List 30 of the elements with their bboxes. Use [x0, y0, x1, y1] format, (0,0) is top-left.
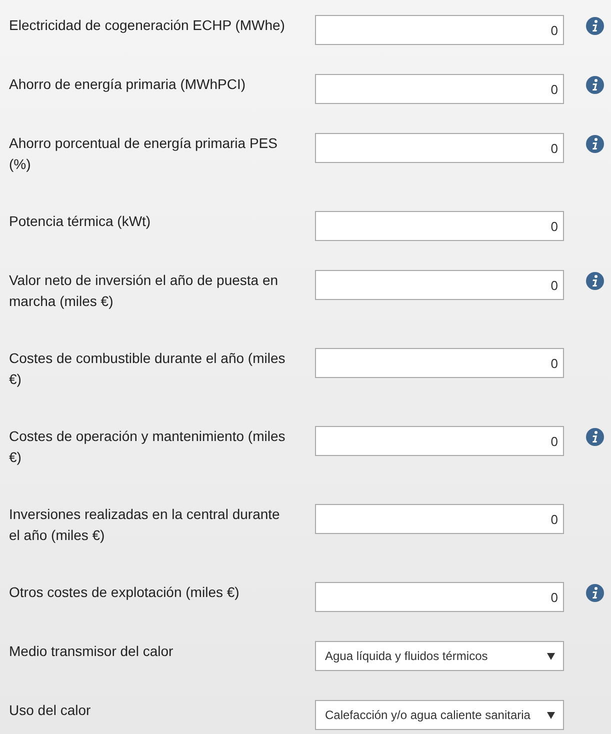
- number-field[interactable]: 0: [315, 582, 564, 612]
- number-field[interactable]: 0: [315, 348, 564, 378]
- number-field[interactable]: 0: [315, 133, 564, 163]
- number-field[interactable]: 0: [315, 270, 564, 300]
- field-label: Ahorro de energía primaria (MWhPCI): [9, 75, 247, 94]
- field-label: Inversiones realizadas en la central durante el año (miles €): [9, 505, 281, 545]
- info-icon[interactable]: [586, 428, 604, 446]
- field-label: Costes de combustible durante el año (miles €): [9, 349, 286, 389]
- info-icon[interactable]: [586, 135, 604, 153]
- field-label: Otros costes de explotación (miles €): [9, 583, 240, 602]
- info-icon[interactable]: [586, 584, 604, 602]
- field-label: Costes de operación y mantenimiento (miles €): [9, 427, 286, 467]
- field-label: Medio transmisor del calor: [9, 642, 174, 661]
- caret-icon: [547, 652, 555, 660]
- field-label: Uso del calor: [9, 701, 92, 720]
- dropdown[interactable]: Agua líquida y fluidos térmicos: [315, 641, 564, 671]
- caret-icon: [547, 712, 555, 718]
- number-field[interactable]: 0: [315, 211, 564, 241]
- number-field[interactable]: 0: [315, 74, 564, 104]
- field-label: Ahorro porcentual de energía primaria PES (%): [9, 134, 278, 174]
- dropdown[interactable]: Calefacción y/o agua caliente sanitaria: [315, 700, 564, 730]
- number-field[interactable]: 0: [315, 504, 564, 534]
- info-icon[interactable]: [586, 17, 604, 35]
- number-field[interactable]: 0: [315, 15, 564, 45]
- number-field[interactable]: 0: [315, 426, 564, 456]
- field-label: Electricidad de cogeneración ECHP (MWhe): [9, 16, 286, 35]
- field-label: Potencia térmica (kWt): [9, 212, 152, 231]
- field-label: Valor neto de inversión el año de puesta en marcha (miles €): [9, 271, 280, 311]
- info-icon[interactable]: [586, 76, 604, 94]
- info-icon[interactable]: [586, 272, 604, 290]
